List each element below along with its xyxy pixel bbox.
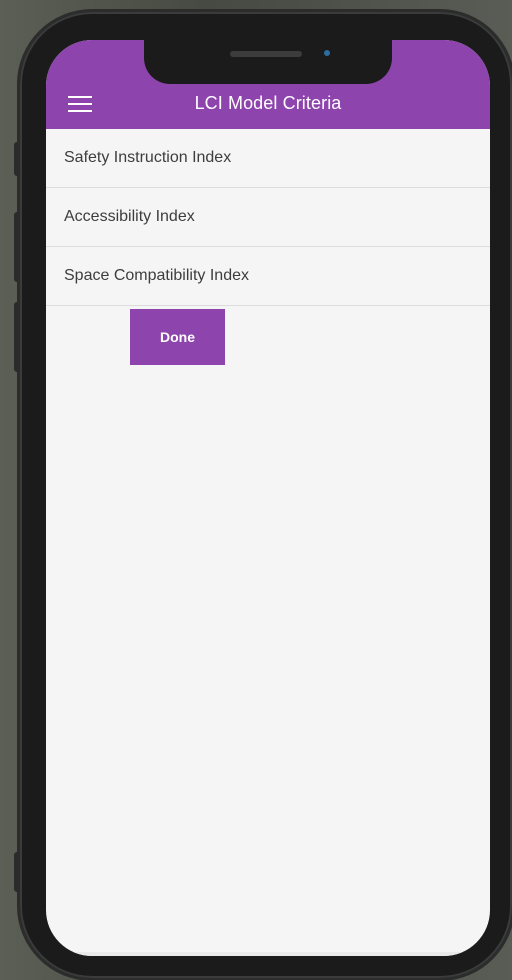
speaker-grille: [230, 51, 302, 57]
mute-switch: [14, 142, 20, 176]
done-button[interactable]: Done: [130, 309, 225, 365]
volume-down-button: [14, 302, 20, 372]
home-indicator: [46, 952, 490, 956]
criteria-item-space-compatibility-index[interactable]: Space Compatibility Index: [46, 247, 490, 306]
phone-frame: LCI Model Criteria Safety Instruction In…: [14, 12, 512, 978]
notch: [144, 40, 392, 84]
criteria-list: Safety Instruction Index Accessibility I…: [46, 129, 490, 306]
phone-screen: LCI Model Criteria Safety Instruction In…: [46, 40, 490, 956]
page-title: LCI Model Criteria: [194, 93, 342, 113]
side-button: [14, 852, 20, 892]
criteria-item-accessibility-index[interactable]: Accessibility Index: [46, 188, 490, 247]
volume-up-button: [14, 212, 20, 282]
front-camera-icon: [324, 50, 330, 56]
criteria-item-safety-instruction-index[interactable]: Safety Instruction Index: [46, 129, 490, 188]
